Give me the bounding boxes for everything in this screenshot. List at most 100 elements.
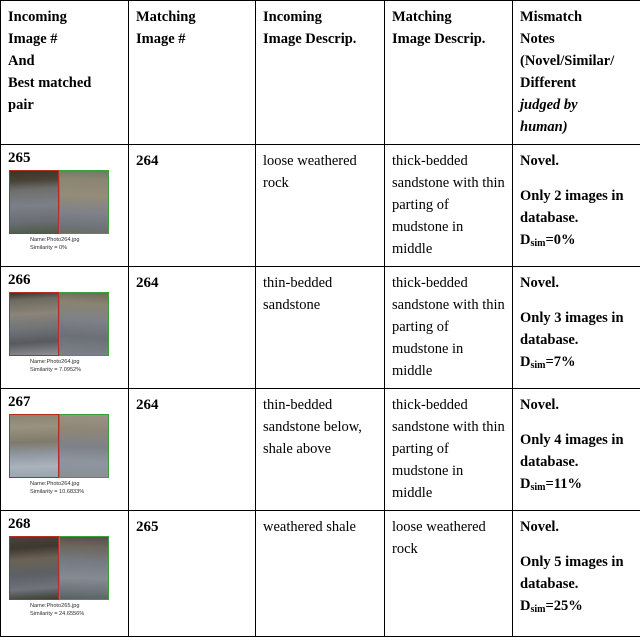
matched-image-thumbnail[interactable]	[59, 535, 109, 600]
dsim-label: D	[520, 476, 531, 493]
thumbnail-caption-similarity: Similarity = 7.0952%	[30, 367, 82, 374]
cell-incoming-image-number: 265 Name:Photo264.jpg Similarity = 0%	[0, 144, 129, 267]
table-row: 265 Name:Photo264.jpg Similarity = 0% 26…	[0, 144, 640, 267]
mismatch-notes: Novel. Only 5 images in database. Dsim=2…	[520, 516, 634, 617]
cell-matching-image-description: thick-bedded sandstone with thin parting…	[384, 388, 513, 511]
incoming-image-number: 267	[8, 394, 31, 410]
dsim-value: Dsim=0%	[520, 229, 634, 251]
dsim-number: =7%	[545, 354, 576, 371]
matching-image-description: thick-bedded sandstone with thin parting…	[392, 275, 505, 380]
column-header-matching-image-description: Matching Image Descrip.	[384, 0, 513, 145]
incoming-image-description: thin-bedded sandstone below, shale above	[263, 397, 362, 458]
incoming-image-thumbnail[interactable]	[9, 291, 59, 356]
header-line: Incoming	[263, 9, 322, 25]
cell-incoming-image-number: 268 Name:Photo265.jpg Similarity = 24.65…	[0, 510, 129, 637]
matching-image-description: loose weathered rock	[392, 519, 486, 558]
mismatch-verdict: Novel.	[520, 153, 560, 169]
notes-spacer	[520, 172, 634, 185]
dsim-label: D	[520, 598, 531, 615]
incoming-image-thumbnail[interactable]	[9, 535, 59, 600]
cell-matching-image-number: 264	[128, 266, 256, 389]
matched-pair-thumbnail[interactable]	[9, 169, 109, 234]
matching-image-number: 264	[136, 397, 159, 413]
cell-matching-image-number: 265	[128, 510, 256, 637]
cell-matching-image-description: thick-bedded sandstone with thin parting…	[384, 266, 513, 389]
thumbnail-caption-similarity: Similarity = 24.6556%	[30, 611, 85, 618]
table-row: 267 Name:Photo264.jpg Similarity = 10.68…	[0, 388, 640, 511]
cell-matching-image-description: loose weathered rock	[384, 510, 513, 637]
table-header: Incoming Image # And Best matched pair M…	[0, 0, 640, 145]
table-header-row: Incoming Image # And Best matched pair M…	[0, 0, 640, 145]
thumbnail-caption: Name:Photo265.jpg Similarity = 24.6556%	[30, 602, 122, 619]
mismatch-detail: Only 2 images in database.	[520, 188, 624, 227]
table-row: 266 Name:Photo264.jpg Similarity = 7.095…	[0, 266, 640, 389]
header-line-italic: human)	[520, 119, 568, 136]
matched-image-thumbnail[interactable]	[59, 413, 109, 478]
header-line: Mismatch	[520, 9, 583, 25]
dsim-label: D	[520, 354, 531, 371]
cell-incoming-image-description: thin-bedded sandstone below, shale above	[255, 388, 385, 511]
matching-image-description: thick-bedded sandstone with thin parting…	[392, 397, 505, 502]
header-line: Image Descrip.	[263, 31, 357, 48]
matched-image-thumbnail[interactable]	[59, 291, 109, 356]
table-row: 268 Name:Photo265.jpg Similarity = 24.65…	[0, 510, 640, 637]
mismatch-notes: Novel. Only 4 images in database. Dsim=1…	[520, 394, 634, 495]
incoming-image-thumbnail[interactable]	[9, 169, 59, 234]
column-header-incoming-image-number: Incoming Image # And Best matched pair	[0, 0, 129, 145]
column-header-matching-image-number: Matching Image #	[128, 0, 256, 145]
thumbnail-caption-name: Name:Photo264.jpg	[30, 480, 80, 487]
notes-spacer	[520, 416, 634, 429]
header-line: Matching	[136, 9, 196, 25]
cell-incoming-image-description: loose weathered rock	[255, 144, 385, 267]
matched-pair-thumbnail[interactable]	[9, 413, 109, 478]
document-page: Incoming Image # And Best matched pair M…	[0, 0, 640, 641]
matched-pair-thumbnail[interactable]	[9, 535, 109, 600]
header-line: Different	[520, 75, 577, 92]
header-line: Image #	[136, 31, 186, 48]
header-line: And	[8, 53, 35, 70]
cell-mismatch-notes: Novel. Only 2 images in database. Dsim=0…	[512, 144, 640, 267]
dsim-number: =0%	[545, 232, 576, 249]
dsim-subscript: sim	[530, 482, 546, 494]
cell-mismatch-notes: Novel. Only 5 images in database. Dsim=2…	[512, 510, 640, 637]
incoming-image-description: thin-bedded sandstone	[263, 275, 333, 314]
cell-incoming-image-number: 266 Name:Photo264.jpg Similarity = 7.095…	[0, 266, 129, 389]
thumbnail-caption-similarity: Similarity = 0%	[30, 245, 68, 252]
column-header-incoming-image-description: Incoming Image Descrip.	[255, 0, 385, 145]
incoming-image-number: 268	[8, 516, 31, 532]
cell-incoming-image-description: thin-bedded sandstone	[255, 266, 385, 389]
notes-spacer	[520, 538, 634, 551]
thumbnail-caption-name: Name:Photo264.jpg	[30, 358, 80, 365]
matched-image-thumbnail[interactable]	[59, 169, 109, 234]
dsim-label: D	[520, 232, 531, 249]
header-line: pair	[8, 97, 34, 114]
matching-image-description: thick-bedded sandstone with thin parting…	[392, 153, 505, 258]
dsim-number: =25%	[545, 598, 583, 615]
thumbnail-caption-name: Name:Photo264.jpg	[30, 236, 80, 243]
cell-matching-image-description: thick-bedded sandstone with thin parting…	[384, 144, 513, 267]
cell-incoming-image-number: 267 Name:Photo264.jpg Similarity = 10.68…	[0, 388, 129, 511]
incoming-image-description: weathered shale	[263, 519, 356, 535]
thumbnail-caption-name: Name:Photo265.jpg	[30, 602, 80, 609]
column-header-mismatch-notes: Mismatch Notes (Novel/Similar/ Different…	[512, 0, 640, 145]
incoming-image-number: 266	[8, 272, 31, 288]
cell-incoming-image-description: weathered shale	[255, 510, 385, 637]
mismatch-notes: Novel. Only 3 images in database. Dsim=7…	[520, 272, 634, 373]
matching-image-number: 264	[136, 153, 159, 169]
table-body: 265 Name:Photo264.jpg Similarity = 0% 26…	[0, 144, 640, 637]
dsim-subscript: sim	[530, 604, 546, 616]
mismatch-verdict: Novel.	[520, 519, 560, 535]
incoming-image-thumbnail[interactable]	[9, 413, 59, 478]
mismatch-detail: Only 5 images in database.	[520, 554, 624, 593]
header-line: (Novel/Similar/	[520, 53, 615, 70]
matched-pair-thumbnail[interactable]	[9, 291, 109, 356]
dsim-number: =11%	[545, 476, 582, 493]
cell-matching-image-number: 264	[128, 144, 256, 267]
thumbnail-caption-similarity: Similarity = 10.6833%	[30, 489, 85, 496]
thumbnail-caption: Name:Photo264.jpg Similarity = 0%	[30, 236, 122, 253]
cell-mismatch-notes: Novel. Only 3 images in database. Dsim=7…	[512, 266, 640, 389]
mismatch-verdict: Novel.	[520, 397, 560, 413]
header-line: Matching	[392, 9, 452, 25]
thumbnail-caption: Name:Photo264.jpg Similarity = 7.0952%	[30, 358, 122, 375]
mismatch-detail: Only 3 images in database.	[520, 310, 624, 349]
